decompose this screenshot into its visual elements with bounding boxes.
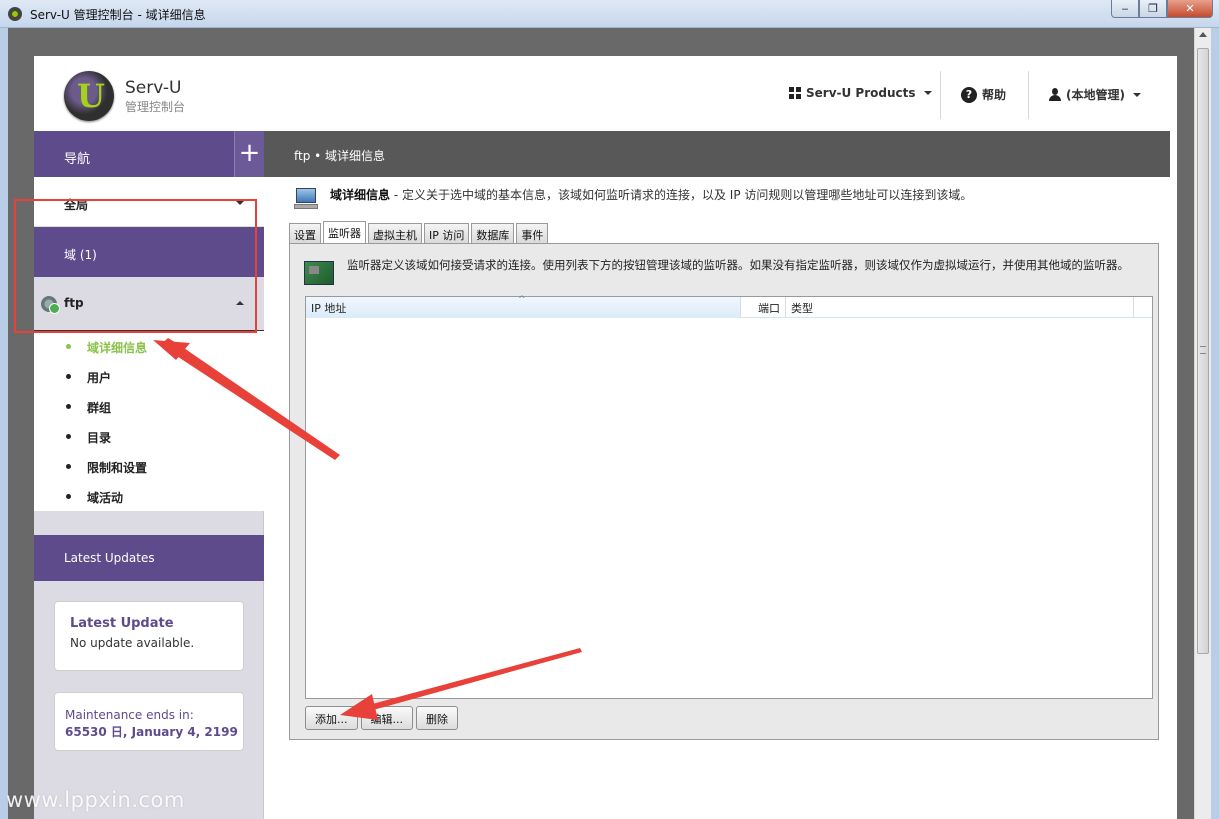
listeners-panel: 监听器定义该域如何接受请求的连接。使用列表下方的按钮管理该域的监听器。如果没有指… bbox=[289, 243, 1159, 740]
column-label: IP 地址 bbox=[311, 302, 347, 315]
edit-listener-button[interactable]: 编辑... bbox=[360, 706, 413, 730]
sort-ascending-icon: ^ bbox=[518, 295, 526, 305]
sidebar-item-limits[interactable]: 限制和设置 bbox=[34, 451, 264, 481]
computer-icon bbox=[292, 188, 318, 210]
card-status: No update available. bbox=[70, 636, 195, 650]
description-text: - 定义关于选中域的基本信息，该域如何监听请求的连接，以及 IP 访问规则以管理… bbox=[390, 188, 973, 202]
grid-icon bbox=[789, 87, 801, 99]
header-divider bbox=[940, 71, 941, 119]
sidebar: 导航 + 全局 域 (1) ftp 域详细信息 用户 群组 目录 限制和设置 域… bbox=[34, 131, 264, 819]
sidebar-item-latest-updates[interactable]: Latest Updates bbox=[34, 535, 264, 581]
sidebar-item-domains[interactable]: 域 (1) bbox=[34, 227, 264, 277]
console-page: U Serv-U 管理控制台 Serv-U Products ? 帮助 (本地管… bbox=[34, 56, 1177, 819]
minimize-button[interactable]: ‒ bbox=[1111, 0, 1139, 18]
add-button[interactable]: + bbox=[234, 131, 264, 177]
tab-database[interactable]: 数据库 bbox=[471, 223, 515, 243]
tab-bar: 设置 监听器 虚拟主机 IP 访问 数据库 事件 bbox=[289, 221, 549, 243]
header-divider bbox=[1028, 71, 1029, 119]
listeners-description: 监听器定义该域如何接受请求的连接。使用列表下方的按钮管理该域的监听器。如果没有指… bbox=[347, 258, 1129, 272]
user-label: (本地管理) bbox=[1066, 88, 1125, 102]
main-content: 域详细信息 - 定义关于选中域的基本信息，该域如何监听请求的连接，以及 IP 访… bbox=[264, 177, 1170, 819]
products-label: Serv-U Products bbox=[806, 86, 916, 100]
sidebar-item-domain-details[interactable]: 域详细信息 bbox=[34, 331, 264, 361]
browser-viewport: U Serv-U 管理控制台 Serv-U Products ? 帮助 (本地管… bbox=[8, 28, 1211, 819]
page-title: 域详细信息 bbox=[330, 188, 391, 202]
vertical-scrollbar[interactable] bbox=[1194, 28, 1211, 819]
network-card-icon bbox=[304, 261, 334, 285]
sidebar-item-groups[interactable]: 群组 bbox=[34, 391, 264, 421]
help-icon: ? bbox=[961, 86, 977, 103]
help-button[interactable]: ? 帮助 bbox=[961, 86, 1006, 103]
sidebar-item-label: 全局 bbox=[64, 198, 89, 212]
sidebar-item-global[interactable]: 全局 bbox=[34, 177, 264, 227]
serv-u-logo: U bbox=[64, 71, 114, 121]
window-titlebar: Serv-U 管理控制台 - 域详细信息 ‒ ❐ ✕ bbox=[0, 0, 1219, 28]
brand-name: Serv-U bbox=[125, 78, 182, 98]
delete-listener-button[interactable]: 删除 bbox=[416, 706, 458, 730]
sidebar-item-ftp-domain[interactable]: ftp bbox=[34, 277, 264, 331]
domain-globe-icon bbox=[41, 296, 60, 314]
tab-events[interactable]: 事件 bbox=[516, 223, 549, 243]
column-ip-address[interactable]: IP 地址 ^ bbox=[306, 295, 741, 318]
scroll-up-icon[interactable] bbox=[1199, 32, 1207, 37]
scrollbar-grip-icon bbox=[1200, 346, 1206, 354]
sidebar-item-users[interactable]: 用户 bbox=[34, 361, 264, 391]
maintenance-date: 65530 日, January 4, 2199 bbox=[65, 725, 238, 739]
window-controls: ‒ ❐ ✕ bbox=[1111, 0, 1213, 18]
column-port[interactable]: 端口 bbox=[741, 297, 786, 318]
listeners-table[interactable]: IP 地址 ^ 端口 类型 bbox=[305, 295, 1153, 699]
window-title: Serv-U 管理控制台 - 域详细信息 bbox=[30, 8, 206, 22]
add-listener-button[interactable]: 添加... bbox=[305, 706, 358, 730]
chevron-up-icon bbox=[236, 301, 244, 305]
tab-listeners[interactable]: 监听器 bbox=[323, 221, 366, 243]
sidebar-item-label: ftp bbox=[64, 296, 84, 310]
listener-actions: 添加... 编辑... 删除 bbox=[305, 706, 458, 730]
tab-ip-access[interactable]: IP 访问 bbox=[424, 223, 470, 243]
tab-virtual-hosts[interactable]: 虚拟主机 bbox=[368, 223, 422, 243]
sidebar-item-label: 域 (1) bbox=[64, 248, 97, 262]
card-title: Maintenance ends in: bbox=[65, 708, 194, 722]
sidebar-item-directories[interactable]: 目录 bbox=[34, 421, 264, 451]
card-title: Latest Update bbox=[70, 616, 174, 631]
serv-u-app-icon bbox=[8, 7, 22, 21]
sidebar-item-domain-activity[interactable]: 域活动 bbox=[34, 481, 264, 511]
column-type[interactable]: 类型 bbox=[786, 297, 1134, 318]
watermark: www.lppxin.com bbox=[6, 788, 185, 812]
user-icon bbox=[1049, 87, 1061, 102]
maintenance-card: Maintenance ends in: 65530 日, January 4,… bbox=[54, 692, 244, 751]
help-label: 帮助 bbox=[982, 88, 1007, 102]
products-menu[interactable]: Serv-U Products bbox=[789, 86, 932, 100]
restore-button[interactable]: ❐ bbox=[1139, 0, 1167, 18]
chevron-down-icon bbox=[923, 91, 932, 95]
brand-subtitle: 管理控制台 bbox=[125, 100, 186, 114]
app-header: U Serv-U 管理控制台 Serv-U Products ? 帮助 (本地管… bbox=[34, 56, 1177, 131]
latest-update-card: Latest Update No update available. bbox=[54, 601, 244, 671]
page-description: 域详细信息 - 定义关于选中域的基本信息，该域如何监听请求的连接，以及 IP 访… bbox=[330, 186, 1150, 203]
chevron-down-icon bbox=[1132, 92, 1141, 97]
user-menu[interactable]: (本地管理) bbox=[1049, 86, 1141, 103]
breadcrumb: ftp • 域详细信息 bbox=[264, 131, 1170, 177]
table-header: IP 地址 ^ 端口 类型 bbox=[306, 295, 1152, 318]
chevron-down-icon bbox=[236, 201, 244, 205]
nav-header: 导航 bbox=[34, 131, 234, 177]
tab-settings[interactable]: 设置 bbox=[289, 223, 321, 243]
close-button[interactable]: ✕ bbox=[1167, 0, 1213, 18]
